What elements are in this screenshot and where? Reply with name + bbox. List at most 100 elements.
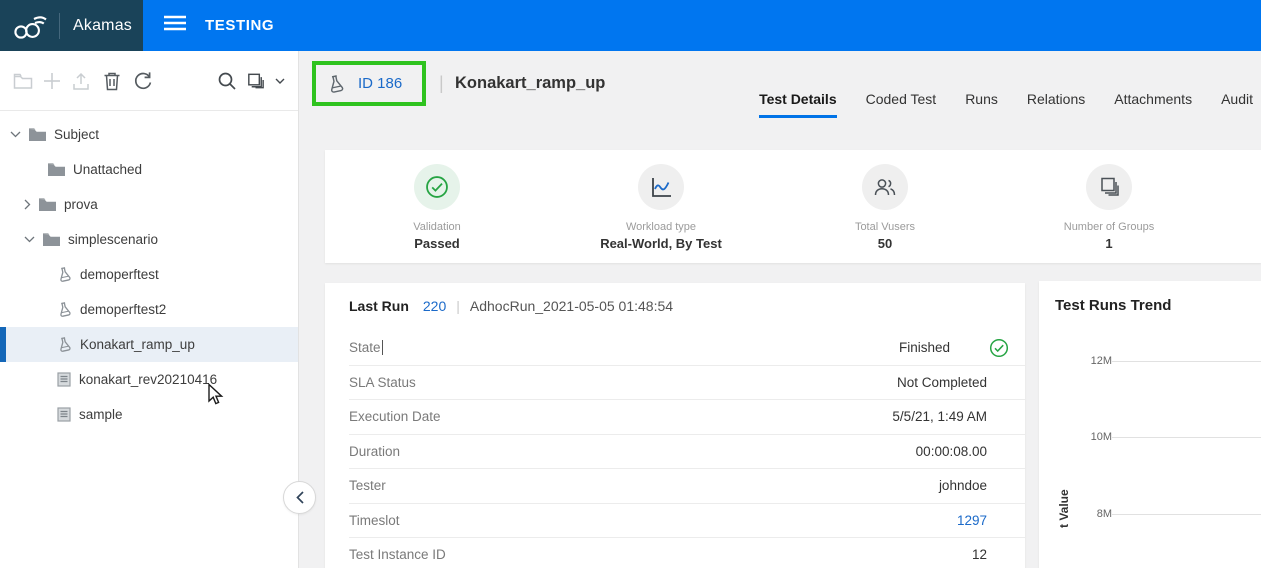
tree-item-demoperftest2[interactable]: demoperftest2 xyxy=(0,292,298,327)
refresh-icon[interactable] xyxy=(132,70,153,91)
summary-workload-type: Workload type Real-World, By Test xyxy=(549,150,773,251)
brand-name: Akamas xyxy=(73,17,132,35)
last-run-id-link[interactable]: 220 xyxy=(423,298,446,314)
detail-value: 00:00:08.00 xyxy=(916,444,987,459)
detail-label: SLA Status xyxy=(349,375,416,390)
detail-value: 5/5/21, 1:49 AM xyxy=(892,409,987,424)
tree-item-label: sample xyxy=(79,407,123,422)
tree-item-unattached[interactable]: Unattached xyxy=(0,152,298,187)
upload-icon[interactable] xyxy=(70,70,91,91)
tree-item-simplescenario[interactable]: simplescenario xyxy=(0,222,298,257)
detail-row-test-instance-id: Test Instance ID 12 xyxy=(349,538,1025,568)
tree-item-konakart-ramp-up[interactable]: Konakart_ramp_up xyxy=(0,327,298,362)
detail-row-execution-date: Execution Date 5/5/21, 1:49 AM xyxy=(349,400,1025,435)
users-icon xyxy=(862,164,908,210)
tree-item-subject[interactable]: Subject xyxy=(0,117,298,152)
flask-icon xyxy=(57,337,72,352)
flask-icon xyxy=(57,302,72,317)
folder-icon xyxy=(29,128,46,141)
summary-validation: Validation Passed xyxy=(325,150,549,251)
micro-focus-logo-icon xyxy=(12,11,49,41)
summary-value: 50 xyxy=(878,236,892,251)
summary-card: Validation Passed Workload type Real-Wor… xyxy=(325,150,1261,263)
folder-icon xyxy=(48,163,65,176)
last-run-title: Last Run xyxy=(349,298,409,314)
sidebar-collapse-button[interactable] xyxy=(283,481,316,514)
tab-relations[interactable]: Relations xyxy=(1027,91,1085,118)
chevron-down-icon[interactable] xyxy=(10,131,21,138)
add-icon[interactable] xyxy=(41,70,62,91)
flask-icon xyxy=(325,73,346,94)
line-chart-icon xyxy=(638,164,684,210)
detail-value: Not Completed xyxy=(897,375,987,390)
test-id-badge[interactable]: ID 186 xyxy=(358,75,402,92)
last-run-separator: | xyxy=(456,298,460,314)
tree-item-label: simplescenario xyxy=(68,232,158,247)
detail-label: Test Instance ID xyxy=(349,547,446,562)
chevron-left-icon xyxy=(296,491,304,504)
summary-label: Workload type xyxy=(626,221,696,233)
summary-label: Total Vusers xyxy=(855,221,915,233)
script-icon xyxy=(57,372,71,387)
script-icon xyxy=(57,407,71,422)
test-id-highlight-box: ID 186 xyxy=(312,61,426,106)
flask-icon xyxy=(57,267,72,282)
page-title: Konakart_ramp_up xyxy=(455,74,605,93)
detail-value: Finished xyxy=(899,340,950,355)
search-icon[interactable] xyxy=(216,70,237,91)
tree-item-label: Subject xyxy=(54,127,99,142)
timeslot-link[interactable]: 1297 xyxy=(957,513,987,528)
new-folder-icon[interactable] xyxy=(12,70,33,91)
summary-number-of-groups: Number of Groups 1 xyxy=(997,150,1221,251)
detail-label: Duration xyxy=(349,444,400,459)
chevron-right-icon[interactable] xyxy=(24,199,31,210)
summary-total-vusers: Total Vusers 50 xyxy=(773,150,997,251)
tree-item-label: Konakart_ramp_up xyxy=(80,337,195,352)
app-window: Akamas TESTING xyxy=(0,0,1261,568)
detail-label: State xyxy=(349,340,381,355)
view-copies-icon[interactable] xyxy=(245,70,266,91)
summary-value: Passed xyxy=(414,236,460,251)
tree-item-demoperftest[interactable]: demoperftest xyxy=(0,257,298,292)
tab-test-details[interactable]: Test Details xyxy=(759,91,837,118)
top-bar: Akamas TESTING xyxy=(0,0,1261,51)
check-circle-icon xyxy=(414,164,460,210)
chevron-down-icon[interactable] xyxy=(274,70,286,91)
last-run-details: State Finished SLA Status Not Completed … xyxy=(325,331,1025,568)
delete-icon[interactable] xyxy=(101,70,122,91)
summary-label: Number of Groups xyxy=(1064,221,1154,233)
test-runs-trend-card: Test Runs Trend 12M 10M 8M t Value xyxy=(1039,281,1261,568)
summary-value: Real-World, By Test xyxy=(600,236,722,251)
tree-item-konakart-rev[interactable]: konakart_rev20210416 xyxy=(0,362,298,397)
gridline xyxy=(1112,361,1261,362)
tab-coded-test[interactable]: Coded Test xyxy=(866,91,937,118)
test-tree: Subject Unattached prova simplescenario … xyxy=(0,111,298,432)
summary-label: Validation xyxy=(413,221,461,233)
gridline xyxy=(1112,437,1261,438)
hamburger-menu-icon[interactable] xyxy=(157,9,193,42)
folder-icon xyxy=(43,233,60,246)
gridline xyxy=(1112,514,1261,515)
tab-runs[interactable]: Runs xyxy=(965,91,998,118)
detail-row-sla-status: SLA Status Not Completed xyxy=(349,366,1025,401)
trend-title: Test Runs Trend xyxy=(1039,281,1261,314)
tree-item-sample[interactable]: sample xyxy=(0,397,298,432)
y-tick: 12M xyxy=(1060,355,1112,367)
brand-divider xyxy=(59,13,60,39)
chevron-down-icon[interactable] xyxy=(24,236,35,243)
title-separator: | xyxy=(439,73,444,94)
last-run-header: Last Run 220 | AdhocRun_2021-05-05 01:48… xyxy=(325,283,1025,314)
detail-row-tester: Tester johndoe xyxy=(349,469,1025,504)
tab-audit[interactable]: Audit xyxy=(1221,91,1253,118)
check-circle-icon xyxy=(989,338,1009,363)
tree-item-prova[interactable]: prova xyxy=(0,187,298,222)
last-run-card: Last Run 220 | AdhocRun_2021-05-05 01:48… xyxy=(325,283,1025,568)
text-caret xyxy=(382,340,383,355)
tab-attachments[interactable]: Attachments xyxy=(1114,91,1192,118)
tab-bar: Test Details Coded Test Runs Relations A… xyxy=(759,91,1253,118)
y-tick: 10M xyxy=(1060,431,1112,443)
detail-value: johndoe xyxy=(939,478,987,493)
sidebar: Subject Unattached prova simplescenario … xyxy=(0,51,299,568)
brand-block: Akamas xyxy=(0,0,143,51)
group-copies-icon xyxy=(1086,164,1132,210)
